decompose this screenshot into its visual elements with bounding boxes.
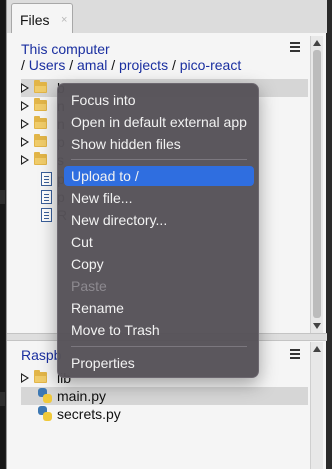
folder-icon bbox=[34, 152, 47, 165]
tree-row[interactable]: secrets.py bbox=[21, 405, 308, 423]
menu-item-label: Copy bbox=[71, 256, 104, 272]
triangle-right-icon[interactable] bbox=[21, 101, 29, 111]
file-icon bbox=[41, 208, 52, 222]
menu-item-label: New file... bbox=[71, 190, 133, 206]
breadcrumb-amal[interactable]: amal bbox=[77, 57, 107, 73]
menu-item-paste: Paste bbox=[64, 276, 254, 296]
tab-bar: Files × bbox=[7, 0, 327, 33]
menu-item-new-file[interactable]: New file... bbox=[64, 188, 254, 208]
gutter-mark bbox=[0, 392, 5, 406]
folder-icon bbox=[34, 134, 47, 147]
tree-row[interactable]: main.py bbox=[21, 387, 308, 405]
menu-item-open-external[interactable]: Open in default external app bbox=[64, 112, 254, 132]
folder-icon bbox=[34, 370, 47, 383]
this-computer-heading[interactable]: This computer bbox=[21, 41, 110, 57]
breadcrumb-pico-react[interactable]: pico-react bbox=[180, 57, 241, 73]
menu-separator bbox=[71, 159, 247, 160]
menu-item-focus-into[interactable]: Focus into bbox=[64, 90, 254, 110]
triangle-right-icon[interactable] bbox=[21, 119, 29, 129]
this-computer-scrollbar[interactable] bbox=[310, 36, 323, 334]
tab-files-label: Files bbox=[20, 12, 50, 28]
tab-close-icon[interactable]: × bbox=[61, 14, 67, 26]
menu-item-label: Properties bbox=[71, 355, 135, 371]
left-editor-gutter bbox=[0, 0, 5, 469]
python-file-icon bbox=[38, 388, 52, 403]
row-name: secrets.py bbox=[57, 406, 121, 422]
menu-item-upload[interactable]: Upload to / bbox=[64, 166, 254, 186]
menu-item-new-directory[interactable]: New directory... bbox=[64, 210, 254, 230]
menu-item-copy[interactable]: Copy bbox=[64, 254, 254, 274]
scroll-down-icon[interactable] bbox=[313, 323, 321, 329]
python-file-icon bbox=[38, 406, 52, 421]
menu-item-show-hidden-files[interactable]: Show hidden files bbox=[64, 134, 254, 154]
menu-item-label: Show hidden files bbox=[71, 136, 181, 152]
triangle-right-icon[interactable] bbox=[21, 137, 29, 147]
menu-item-label: Open in default external app bbox=[71, 114, 247, 130]
breadcrumb: / Users / amal / projects / pico-react bbox=[21, 57, 241, 73]
menu-item-rename[interactable]: Rename bbox=[64, 298, 254, 318]
file-icon bbox=[41, 172, 52, 186]
folder-icon bbox=[34, 116, 47, 129]
scroll-up-icon[interactable] bbox=[313, 346, 321, 352]
breadcrumb-users[interactable]: Users bbox=[29, 57, 66, 73]
triangle-right-icon[interactable] bbox=[21, 83, 29, 93]
folder-icon bbox=[34, 80, 47, 93]
menu-item-move-to-trash[interactable]: Move to Trash bbox=[64, 320, 254, 340]
window-edge bbox=[326, 0, 332, 469]
menu-item-label: Rename bbox=[71, 300, 124, 316]
scroll-up-icon[interactable] bbox=[313, 40, 321, 46]
menu-item-label: Paste bbox=[71, 278, 107, 294]
triangle-right-icon[interactable] bbox=[21, 373, 29, 383]
menu-item-label: Focus into bbox=[71, 92, 136, 108]
row-name: main.py bbox=[57, 388, 107, 404]
gutter-mark bbox=[0, 190, 5, 204]
device-heading[interactable]: Raspb bbox=[21, 347, 61, 363]
menu-item-cut[interactable]: Cut bbox=[64, 232, 254, 252]
menu-item-label: Move to Trash bbox=[71, 322, 160, 338]
hamburger-menu-icon[interactable] bbox=[290, 349, 300, 359]
context-menu: Focus into Open in default external app … bbox=[57, 83, 259, 378]
hamburger-menu-icon[interactable] bbox=[290, 42, 300, 52]
menu-item-label: Upload to / bbox=[71, 168, 139, 184]
tab-files[interactable]: Files × bbox=[11, 3, 73, 33]
breadcrumb-separator: / bbox=[69, 57, 74, 73]
breadcrumb-separator: / bbox=[21, 57, 25, 73]
menu-separator bbox=[71, 346, 247, 347]
scroll-thumb[interactable] bbox=[313, 50, 321, 318]
menu-item-properties[interactable]: Properties bbox=[64, 353, 254, 373]
file-icon bbox=[41, 190, 52, 204]
device-scrollbar[interactable] bbox=[310, 342, 323, 469]
folder-icon bbox=[34, 98, 47, 111]
breadcrumb-separator: / bbox=[111, 57, 116, 73]
menu-item-label: New directory... bbox=[71, 212, 168, 228]
breadcrumb-separator: / bbox=[171, 57, 176, 73]
breadcrumb-projects[interactable]: projects bbox=[119, 57, 168, 73]
triangle-right-icon[interactable] bbox=[21, 155, 29, 165]
menu-item-label: Cut bbox=[71, 234, 93, 250]
